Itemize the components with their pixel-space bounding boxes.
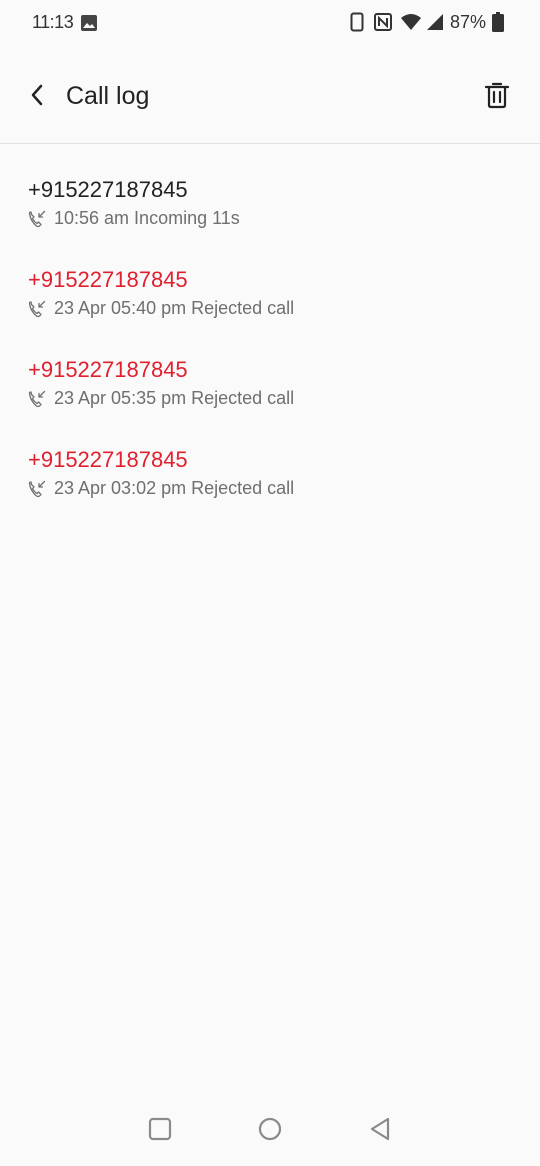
call-detail: 23 Apr 03:02 pm Rejected call xyxy=(54,478,295,498)
wifi-icon xyxy=(400,13,422,31)
call-detail: 10:56 am Incoming 11s xyxy=(54,208,240,228)
call-detail: 23 Apr 05:35 pm Rejected call xyxy=(54,388,295,408)
home-button[interactable] xyxy=(255,1116,285,1146)
incoming-call-icon xyxy=(28,210,46,228)
recents-button[interactable] xyxy=(145,1116,175,1146)
call-log-item[interactable]: +915227187845 23 Apr 05:35 pm Rejected c… xyxy=(0,324,540,414)
back-nav-button[interactable] xyxy=(365,1116,395,1146)
gallery-icon xyxy=(80,14,98,32)
incoming-call-icon xyxy=(28,480,46,498)
call-number: +915227187845 xyxy=(28,177,188,202)
incoming-call-icon xyxy=(28,390,46,408)
status-time: 11:13 xyxy=(32,12,74,32)
incoming-call-icon xyxy=(28,300,46,318)
navigation-bar xyxy=(0,1096,540,1166)
signal-icon xyxy=(426,13,444,31)
call-log-item[interactable]: +915227187845 23 Apr 03:02 pm Rejected c… xyxy=(0,414,540,504)
call-meta: 23 Apr 05:35 pm Rejected call xyxy=(28,388,294,409)
trash-icon xyxy=(484,81,510,114)
back-button[interactable] xyxy=(22,82,52,112)
call-log-list: +915227187845 10:56 am Incoming 11s +915… xyxy=(0,144,540,504)
phone-icon xyxy=(350,12,364,32)
app-bar: Call log xyxy=(0,46,540,144)
call-log-item[interactable]: +915227187845 23 Apr 05:40 pm Rejected c… xyxy=(0,234,540,324)
call-number: +915227187845 xyxy=(28,267,188,292)
nfc-icon xyxy=(373,13,392,31)
call-detail: 23 Apr 05:40 pm Rejected call xyxy=(54,298,295,318)
status-icons: 87% xyxy=(350,11,504,33)
back-triangle-icon xyxy=(368,1117,392,1146)
call-log-item[interactable]: +915227187845 10:56 am Incoming 11s xyxy=(0,144,540,234)
screen: 11:13 87% Call log +915227187845 10:56 a… xyxy=(0,0,540,1166)
status-bar: 11:13 87% xyxy=(0,0,540,46)
chevron-left-icon xyxy=(29,83,45,112)
call-meta: 23 Apr 03:02 pm Rejected call xyxy=(28,478,294,499)
page-title: Call log xyxy=(66,82,150,110)
recents-square-icon xyxy=(148,1117,172,1146)
home-circle-icon xyxy=(258,1117,282,1146)
battery-percent: 87% xyxy=(449,11,486,32)
call-number: +915227187845 xyxy=(28,357,188,382)
delete-button[interactable] xyxy=(482,82,512,112)
call-meta: 23 Apr 05:40 pm Rejected call xyxy=(28,298,294,319)
battery-icon xyxy=(492,12,504,32)
call-meta: 10:56 am Incoming 11s xyxy=(28,208,240,229)
call-number: +915227187845 xyxy=(28,447,188,472)
